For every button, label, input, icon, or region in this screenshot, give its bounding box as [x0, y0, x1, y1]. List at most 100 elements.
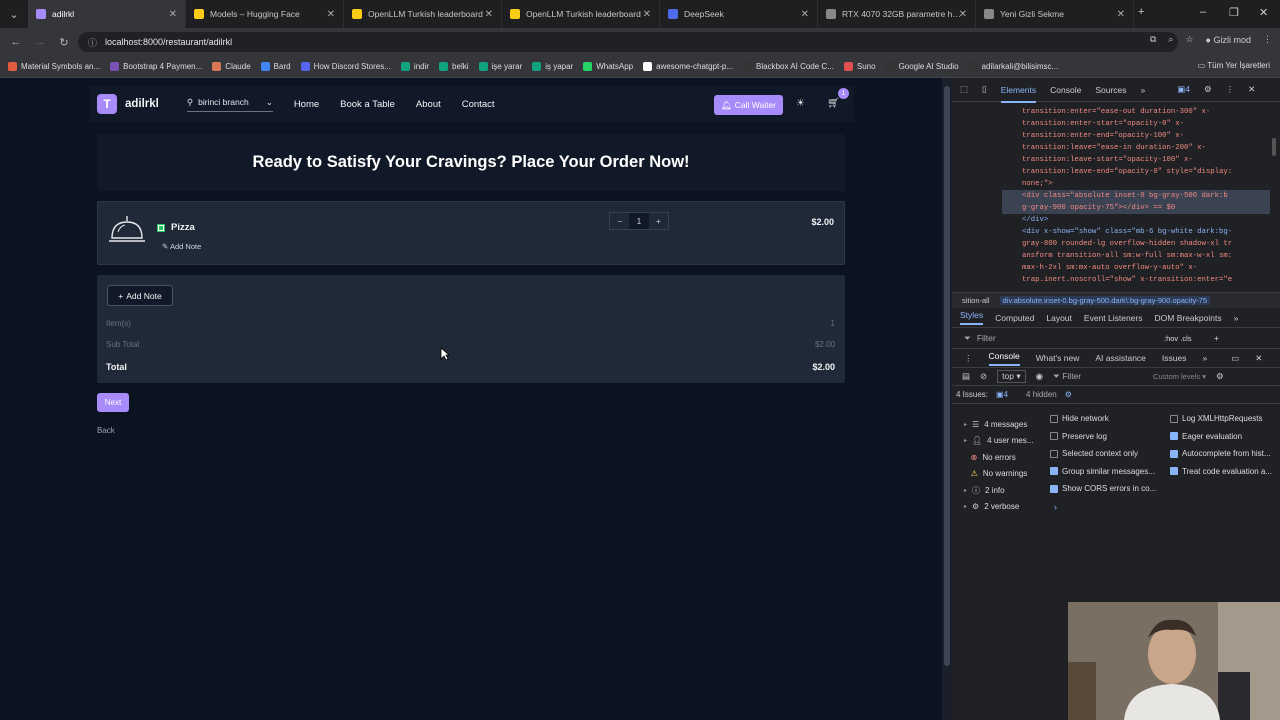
checkbox-icon[interactable] [1170, 432, 1178, 440]
dom-tree-line[interactable]: <div x-show="show" class="mb-6 bg-white … [1022, 226, 1270, 238]
page-scrollbar[interactable] [942, 78, 952, 720]
nav-contact[interactable]: Contact [462, 99, 495, 110]
sidebar-toggle-icon[interactable]: ▤ [962, 371, 970, 382]
device-toggle-icon[interactable]: ▯ [982, 84, 987, 95]
increment-button[interactable]: + [648, 213, 668, 229]
drawer-menu-icon[interactable]: ⋮ [964, 353, 973, 364]
console-sidebar-item[interactable]: ▸ ☰ 4 messages [952, 416, 1046, 433]
bookmark-item[interactable]: How Discord Stores... [300, 62, 391, 71]
tab-styles[interactable]: Styles [960, 310, 984, 325]
bookmark-item[interactable]: awesome-chatgpt-p... [643, 62, 733, 71]
bookmark-item[interactable]: Claude [212, 62, 251, 71]
drawer-tab-ai-assistance[interactable]: AI assistance [1095, 353, 1146, 363]
tab-layout[interactable]: Layout [1046, 313, 1072, 323]
console-sidebar-item[interactable]: ⊗ No errors [952, 449, 1046, 466]
browser-tab[interactable]: OpenLLM Turkish leaderboard ✕ [344, 0, 502, 28]
tab-close-icon[interactable]: ✕ [643, 9, 651, 20]
dom-tree-line[interactable]: ansform transition-all sm:w-full sm:max-… [1022, 250, 1270, 262]
dom-tree-line[interactable]: max-h-2xl sm:mx-auto overflow-y-auto" x- [1022, 262, 1270, 274]
drawer-tab-issues[interactable]: Issues [1162, 353, 1187, 363]
drawer-tab-whats-new[interactable]: What's new [1036, 353, 1080, 363]
site-logo[interactable]: T [97, 94, 117, 114]
console-setting-checkbox[interactable]: Treat code evaluation a... [1170, 467, 1272, 476]
brand-name[interactable]: adilrkl [125, 98, 159, 110]
issues-badge[interactable]: ▣4 [1177, 84, 1190, 95]
next-button[interactable]: Next [97, 393, 129, 412]
bookmark-item[interactable]: Bootstrap 4 Paymen... [110, 62, 202, 71]
cart-icon[interactable]: 🛒︎ [827, 98, 840, 109]
back-link[interactable]: Back [97, 426, 115, 435]
more-tabs-icon[interactable]: » [1141, 85, 1146, 95]
bookmark-item[interactable]: indir [400, 62, 429, 71]
tab-close-icon[interactable]: ✕ [327, 9, 335, 20]
checkbox-icon[interactable] [1050, 432, 1058, 440]
console-sidebar-item[interactable]: ⚠ No warnings [952, 466, 1046, 483]
checkbox-icon[interactable] [1170, 467, 1178, 475]
console-filter-input[interactable]: ⏷ Filter [1053, 371, 1143, 382]
console-setting-checkbox[interactable]: Show CORS errors in co... [1050, 484, 1156, 493]
theme-toggle-sun-icon[interactable]: ☀ [796, 98, 805, 109]
dom-tree-line[interactable]: </div> [1022, 214, 1270, 226]
bookmark-item[interactable]: iş yapar [532, 62, 573, 71]
minimize-icon[interactable]: – [1200, 6, 1206, 18]
console-setting-checkbox[interactable]: Preserve log [1050, 432, 1107, 441]
console-setting-checkbox[interactable]: Selected context only [1050, 449, 1138, 458]
bookmark-item[interactable]: WhatsApp [583, 62, 633, 71]
tab-search-icon[interactable]: ⌄ [6, 8, 22, 21]
drawer-tab-console[interactable]: Console [988, 351, 1020, 366]
issues-settings-icon[interactable]: ⚙ [1065, 390, 1072, 399]
back-nav-icon[interactable]: ← [8, 36, 24, 48]
browser-tab[interactable]: Models – Hugging Face ✕ [186, 0, 344, 28]
console-settings-icon[interactable]: ⚙ [1216, 371, 1224, 382]
close-devtools-icon[interactable]: ✕ [1248, 84, 1255, 95]
browser-tab[interactable]: DeepSeek ✕ [660, 0, 818, 28]
tab-sources[interactable]: Sources [1095, 85, 1126, 95]
checkbox-icon[interactable] [1050, 414, 1058, 423]
nav-about[interactable]: About [416, 99, 441, 110]
issues-count[interactable]: ▣4 [996, 390, 1008, 399]
console-setting-checkbox[interactable]: Group similar messages... [1050, 467, 1155, 476]
dom-tree-line[interactable]: transition:leave-end="opacity-0" style="… [1022, 166, 1270, 178]
tab-close-icon[interactable]: ✕ [959, 9, 967, 20]
hov-cls-toggle[interactable]: :hov .cls [1164, 334, 1192, 343]
new-tab-icon[interactable]: + [1138, 6, 1144, 18]
browser-menu-icon[interactable]: ⋮ [1263, 34, 1272, 45]
tab-dom-breakpoints[interactable]: DOM Breakpoints [1155, 313, 1222, 323]
zoom-icon[interactable]: ⌕ [1168, 34, 1173, 45]
browser-tab[interactable]: OpenLLM Turkish leaderboard ✕ [502, 0, 660, 28]
bookmark-item[interactable]: adilarkali@bilisimsc... [968, 62, 1058, 71]
breadcrumb-current[interactable]: div.absolute.inset-0.bg-gray-500.dark\:b… [999, 296, 1211, 305]
breadcrumb-prev[interactable]: sition-all [962, 296, 990, 305]
nav-book-a-table[interactable]: Book a Table [340, 99, 395, 110]
dom-tree-line[interactable]: gray-800 rounded-lg overflow-hidden shad… [1022, 238, 1270, 250]
incognito-indicator[interactable]: ● Gizli mod [1206, 35, 1251, 45]
console-prompt-icon[interactable]: › [1054, 502, 1057, 512]
new-rule-icon[interactable]: + [1214, 333, 1219, 343]
maximize-icon[interactable]: ❐ [1229, 6, 1239, 19]
console-setting-checkbox[interactable]: Hide network [1050, 414, 1109, 423]
checkbox-icon[interactable] [1050, 484, 1058, 493]
devtools-menu-icon[interactable]: ⋮ [1226, 84, 1235, 95]
checkbox-icon[interactable] [1050, 467, 1058, 475]
dom-tree-line[interactable]: g-gray-900 opacity-75"></div> == $0 [1002, 202, 1270, 214]
bookmark-item[interactable]: Material Symbols an... [8, 62, 100, 71]
reload-icon[interactable]: ↻ [56, 36, 72, 49]
bookmark-item[interactable]: işe yarar [478, 62, 522, 71]
decrement-button[interactable]: − [610, 213, 630, 229]
add-note-button[interactable]: + Add Note [107, 285, 173, 306]
log-levels-select[interactable]: Custom levels ▾ [1153, 372, 1206, 381]
inspect-icon[interactable]: ⬚ [960, 84, 968, 95]
close-window-icon[interactable]: ✕ [1259, 6, 1268, 19]
all-bookmarks[interactable]: ▭ Tüm Yer İşaretleri [1198, 61, 1270, 70]
translate-icon[interactable]: ⧉ [1150, 34, 1156, 45]
drawer-more-icon[interactable]: » [1203, 353, 1208, 363]
tab-close-icon[interactable]: ✕ [1117, 9, 1125, 20]
dom-tree-line[interactable]: transition:enter-start="opacity-0" x- [1022, 118, 1270, 130]
bookmark-item[interactable]: Blackbox AI Code C... [743, 62, 834, 71]
bookmark-item[interactable]: Bard [260, 62, 291, 71]
tab-close-icon[interactable]: ✕ [485, 9, 493, 20]
tab-close-icon[interactable]: ✕ [169, 9, 177, 20]
tab-elements[interactable]: Elements [1000, 85, 1037, 103]
call-waiter-button[interactable]: 🔔︎ Call Waiter [714, 95, 783, 115]
dom-tree-line[interactable]: trap.inert.noscroll="show" x-transition:… [1022, 274, 1270, 286]
